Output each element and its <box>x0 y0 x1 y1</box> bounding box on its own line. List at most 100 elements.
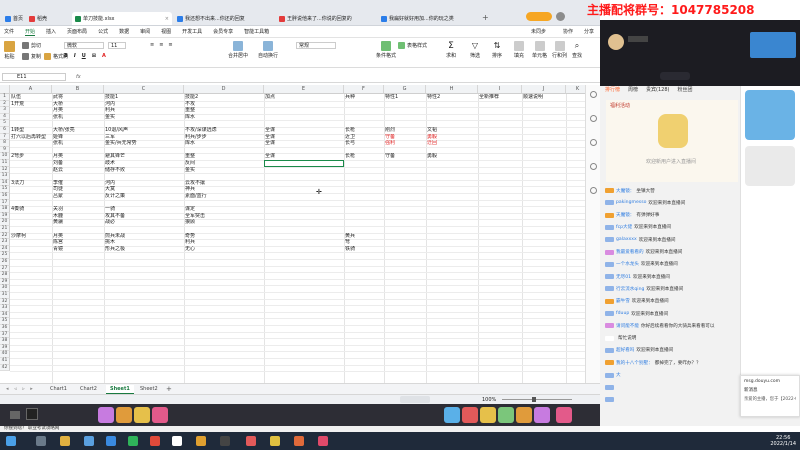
table-cell[interactable]: 1转型 <box>10 127 52 134</box>
zoom-slider[interactable] <box>502 399 572 400</box>
table-cell[interactable]: 储存不败 <box>104 167 184 174</box>
chat-message[interactable]: galaxxxx 欢迎来到本直播间 <box>605 235 740 244</box>
table-cell[interactable]: 不攻/深谋远虑 <box>184 127 264 134</box>
table-style-button[interactable]: 表格样式 <box>398 42 427 49</box>
column-header[interactable]: H <box>426 85 478 94</box>
explorer-icon[interactable] <box>60 436 70 446</box>
table-cell[interactable]: 形兵之极 <box>104 246 184 253</box>
table-cell[interactable]: 黄骧 <box>52 219 104 226</box>
tab-active-workbook[interactable]: 单刀技能.xlsx × <box>72 12 172 25</box>
row-header[interactable]: 21 <box>0 226 10 233</box>
table-cell[interactable]: 姬锋 <box>52 134 104 141</box>
row-header[interactable]: 41 <box>0 358 10 365</box>
cond-format-button[interactable]: 条件格式 <box>376 41 396 59</box>
table-cell[interactable]: 司徒 <box>52 186 104 193</box>
row-col-button[interactable]: 行和列 <box>552 41 567 59</box>
table-cell[interactable]: 黄兵 <box>344 233 384 240</box>
table-cell[interactable]: 沙摩柯 <box>10 233 52 240</box>
selected-cell[interactable] <box>264 160 344 167</box>
gift-icon[interactable] <box>462 407 478 423</box>
table-cell[interactable]: 重整 <box>184 153 264 160</box>
table-cell[interactable]: 库水 <box>184 140 264 147</box>
chat-message[interactable]: 行云流水qing 欢迎来到本直播间 <box>605 284 740 293</box>
table-cell[interactable]: 勇毅 <box>426 134 478 141</box>
table-cell[interactable]: 关羽 <box>52 206 104 213</box>
row-header[interactable]: 28 <box>0 272 10 279</box>
table-cell[interactable]: 避其锋芒 <box>104 153 184 160</box>
row-header[interactable]: 20 <box>0 219 10 226</box>
edge-icon[interactable] <box>106 436 116 446</box>
share-button[interactable]: 分享 <box>584 28 594 35</box>
table-cell[interactable]: 3法刀 <box>10 180 52 187</box>
chat-username[interactable]: 我的十八个别墅： <box>616 360 653 366</box>
chat-message[interactable]: fcp大佬 欢迎来到本直播间 <box>605 223 740 232</box>
chat-username[interactable]: 超好看吗 <box>616 347 634 353</box>
table-cell[interactable]: 武将 <box>52 94 104 101</box>
table-cell[interactable]: 兵种 <box>344 94 384 101</box>
table-cell[interactable]: 特性1 <box>384 94 426 101</box>
tab-fans[interactable]: 粉丝团 <box>677 86 692 96</box>
table-cell[interactable]: 弩 <box>344 239 384 246</box>
app-icon[interactable] <box>270 436 280 446</box>
chat-username[interactable]: 天魔镜： <box>616 212 634 218</box>
chat-username[interactable]: 一个水龙头 <box>616 261 639 267</box>
table-cell[interactable]: 勇毅 <box>426 153 478 160</box>
row-header[interactable]: 42 <box>0 364 10 372</box>
sheet-tab-sheet1[interactable]: Sheet1 <box>106 385 134 394</box>
chat-username[interactable]: pakingmesso <box>616 200 646 205</box>
table-cell[interactable]: 反间 <box>184 160 264 167</box>
font-name-select[interactable]: 微软 <box>64 42 104 49</box>
table-cell[interactable]: 煎兵未战 <box>104 233 184 240</box>
gift-icon[interactable] <box>444 407 460 423</box>
follow-button[interactable] <box>660 72 690 80</box>
chat-username[interactable]: 行云流水qing <box>616 286 644 292</box>
chat-message[interactable]: 无尽01 欢迎来到本直播间 <box>605 272 740 281</box>
table-cell[interactable]: 挑木 <box>104 239 184 246</box>
table-cell[interactable]: 10退/风声 <box>104 127 184 134</box>
table-cell[interactable]: 木鹿 <box>52 213 104 220</box>
table-cell[interactable]: 月英 <box>52 233 104 240</box>
table-cell[interactable]: 云攻不攘 <box>184 180 264 187</box>
zoom-slider-thumb[interactable] <box>532 397 536 402</box>
chat-username[interactable]: fcp大佬 <box>616 224 632 230</box>
fill-button[interactable]: 填充 <box>514 41 524 59</box>
column-header[interactable]: C <box>104 85 184 94</box>
strip-thumb-icon[interactable] <box>26 408 38 420</box>
chat-message[interactable]: 天魔镜： 有弹弹好事 <box>605 211 740 220</box>
strip-prev-icon[interactable] <box>10 411 20 419</box>
row-header[interactable]: 33 <box>0 305 10 312</box>
menu-home[interactable]: 开始 <box>25 28 36 36</box>
spreadsheet-grid[interactable]: ABCDEFGHIJK 1 2 3 4 5 6 7 8 9 10 11 12 13 14 15 16 17 18 1… <box>0 85 585 383</box>
table-cell[interactable]: 长枪 <box>344 127 384 134</box>
gift-icon[interactable] <box>516 407 532 423</box>
table-cell[interactable]: 战必 <box>104 219 184 226</box>
chat-message[interactable]: 我最爱看看的 欢迎来到本直播间 <box>605 248 740 257</box>
row-header[interactable]: 36 <box>0 325 10 332</box>
column-header[interactable]: A <box>10 85 52 94</box>
table-cell[interactable]: 全新推荐 <box>478 94 522 101</box>
table-cell[interactable]: 张机 <box>52 140 104 147</box>
table-cell[interactable]: 队伍 <box>10 94 52 101</box>
wechat-icon[interactable] <box>128 436 138 446</box>
table-cell[interactable]: 无心 <box>184 246 264 253</box>
gift-icon[interactable] <box>534 407 550 423</box>
table-cell[interactable]: 神兵 <box>184 186 264 193</box>
table-cell[interactable]: 月英 <box>52 153 104 160</box>
font-color-icon[interactable]: A <box>102 53 106 59</box>
number-format-select[interactable]: 常规 <box>296 42 336 49</box>
sheet-tab-sheet2[interactable]: Sheet2 <box>136 385 162 394</box>
gift-icon[interactable] <box>134 407 150 423</box>
app-icon[interactable] <box>220 436 230 446</box>
row-header[interactable]: 40 <box>0 351 10 358</box>
chat-message[interactable]: 霸牛雪 欢迎来到本直播间 <box>605 297 740 306</box>
font-size-select[interactable]: 11 <box>108 42 126 49</box>
chat-username[interactable]: 无尽01 <box>616 274 631 280</box>
table-cell[interactable]: 文韬 <box>426 127 478 134</box>
app-icon[interactable] <box>172 436 182 446</box>
table-cell[interactable]: 全谋 <box>264 153 344 160</box>
filter-button[interactable]: ▽ 筛选 <box>470 41 480 59</box>
sheet-tab-chart2[interactable]: Chart2 <box>76 385 101 394</box>
close-tab-icon[interactable]: × <box>165 16 169 22</box>
shape-tool-icon[interactable] <box>590 115 597 122</box>
italic-icon[interactable]: I <box>74 53 76 59</box>
